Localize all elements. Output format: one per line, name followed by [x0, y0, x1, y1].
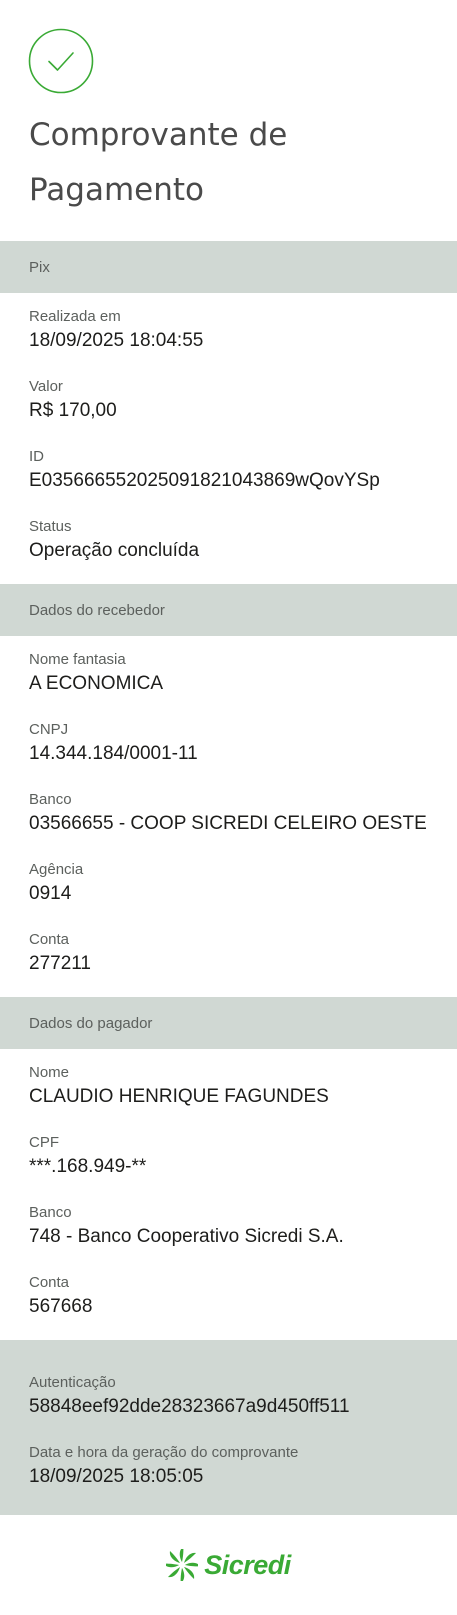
page-title: Comprovante de Pagamento — [29, 108, 287, 218]
authentication-block: Autenticação 58848eef92dde28323667a9d450… — [0, 1340, 457, 1515]
field-label: Banco — [29, 1204, 72, 1221]
check-circle-icon — [28, 28, 94, 94]
field-value: 0914 — [29, 883, 72, 904]
field-banco-recebedor: Banco 03566655 - COOP SICREDI CELEIRO OE… — [0, 786, 457, 856]
field-conta-pagador: Conta 567668 — [0, 1269, 457, 1339]
field-label: Status — [29, 518, 72, 535]
field-label: Nome fantasia — [29, 651, 126, 668]
field-label: Conta — [29, 1274, 70, 1291]
field-conta-recebedor: Conta 277211 — [0, 926, 457, 996]
field-value: 58848eef92dde28323667a9d450ff511 — [29, 1396, 350, 1417]
section-recebedor-fields: Nome fantasia A ECONOMICA CNPJ 14.344.18… — [0, 636, 457, 997]
field-label: Banco — [29, 791, 72, 808]
field-value: 567668 — [29, 1296, 93, 1317]
field-value: 03566655 - COOP SICREDI CELEIRO OESTE — [29, 813, 427, 834]
field-label: CPF — [29, 1134, 59, 1151]
field-valor: Valor R$ 170,00 — [0, 373, 457, 443]
field-value: 18/09/2025 18:04:55 — [29, 330, 204, 351]
field-data-geracao: Data e hora da geração do comprovante 18… — [0, 1439, 457, 1509]
field-value: Operação concluída — [29, 540, 200, 561]
field-label: Valor — [29, 378, 63, 395]
section-pagador-fields: Nome CLAUDIO HENRIQUE FAGUNDES CPF ***.1… — [0, 1049, 457, 1340]
field-label: Autenticação — [29, 1374, 116, 1391]
brand-logo: Sicredi — [166, 1549, 291, 1581]
receipt-header: Comprovante de Pagamento — [0, 0, 457, 241]
field-label: Conta — [29, 931, 70, 948]
field-value: R$ 170,00 — [29, 400, 117, 421]
field-nome-fantasia: Nome fantasia A ECONOMICA — [0, 646, 457, 716]
section-header-recebedor: Dados do recebedor — [0, 584, 457, 636]
page-title-line1: Comprovante de — [29, 117, 288, 153]
section-header-pix: Pix — [0, 241, 457, 293]
field-label: ID — [29, 448, 44, 465]
field-status: Status Operação concluída — [0, 513, 457, 583]
field-cnpj: CNPJ 14.344.184/0001-11 — [0, 716, 457, 786]
field-label: Data e hora da geração do comprovante — [29, 1444, 299, 1461]
field-label: Agência — [29, 861, 84, 878]
field-nome: Nome CLAUDIO HENRIQUE FAGUNDES — [0, 1059, 457, 1129]
field-agencia: Agência 0914 — [0, 856, 457, 926]
field-value: A ECONOMICA — [29, 673, 164, 694]
field-id: ID E035666552025091821043869wQovYSp — [0, 443, 457, 513]
field-label: CNPJ — [29, 721, 69, 738]
field-value: 18/09/2025 18:05:05 — [29, 1466, 204, 1487]
field-cpf: CPF ***.168.949-** — [0, 1129, 457, 1199]
field-value: CLAUDIO HENRIQUE FAGUNDES — [29, 1086, 329, 1107]
section-header-pagador: Dados do pagador — [0, 997, 457, 1049]
field-value: 748 - Banco Cooperativo Sicredi S.A. — [29, 1226, 344, 1247]
footer: Sicredi — [0, 1515, 457, 1615]
field-label: Nome — [29, 1064, 70, 1081]
page-title-line2: Pagamento — [29, 172, 205, 208]
field-value: 277211 — [29, 953, 91, 974]
field-value: 14.344.184/0001-11 — [29, 743, 198, 764]
field-autenticacao: Autenticação 58848eef92dde28323667a9d450… — [0, 1369, 457, 1439]
field-value: E035666552025091821043869wQovYSp — [29, 470, 380, 491]
section-pix-fields: Realizada em 18/09/2025 18:04:55 Valor R… — [0, 293, 457, 584]
field-realizada-em: Realizada em 18/09/2025 18:04:55 — [0, 303, 457, 373]
brand-name: Sicredi — [204, 1549, 291, 1580]
field-label: Realizada em — [29, 308, 121, 325]
field-value: ***.168.949-** — [29, 1156, 147, 1177]
field-banco-pagador: Banco 748 - Banco Cooperativo Sicredi S.… — [0, 1199, 457, 1269]
sicredi-logo-icon — [166, 1549, 199, 1581]
